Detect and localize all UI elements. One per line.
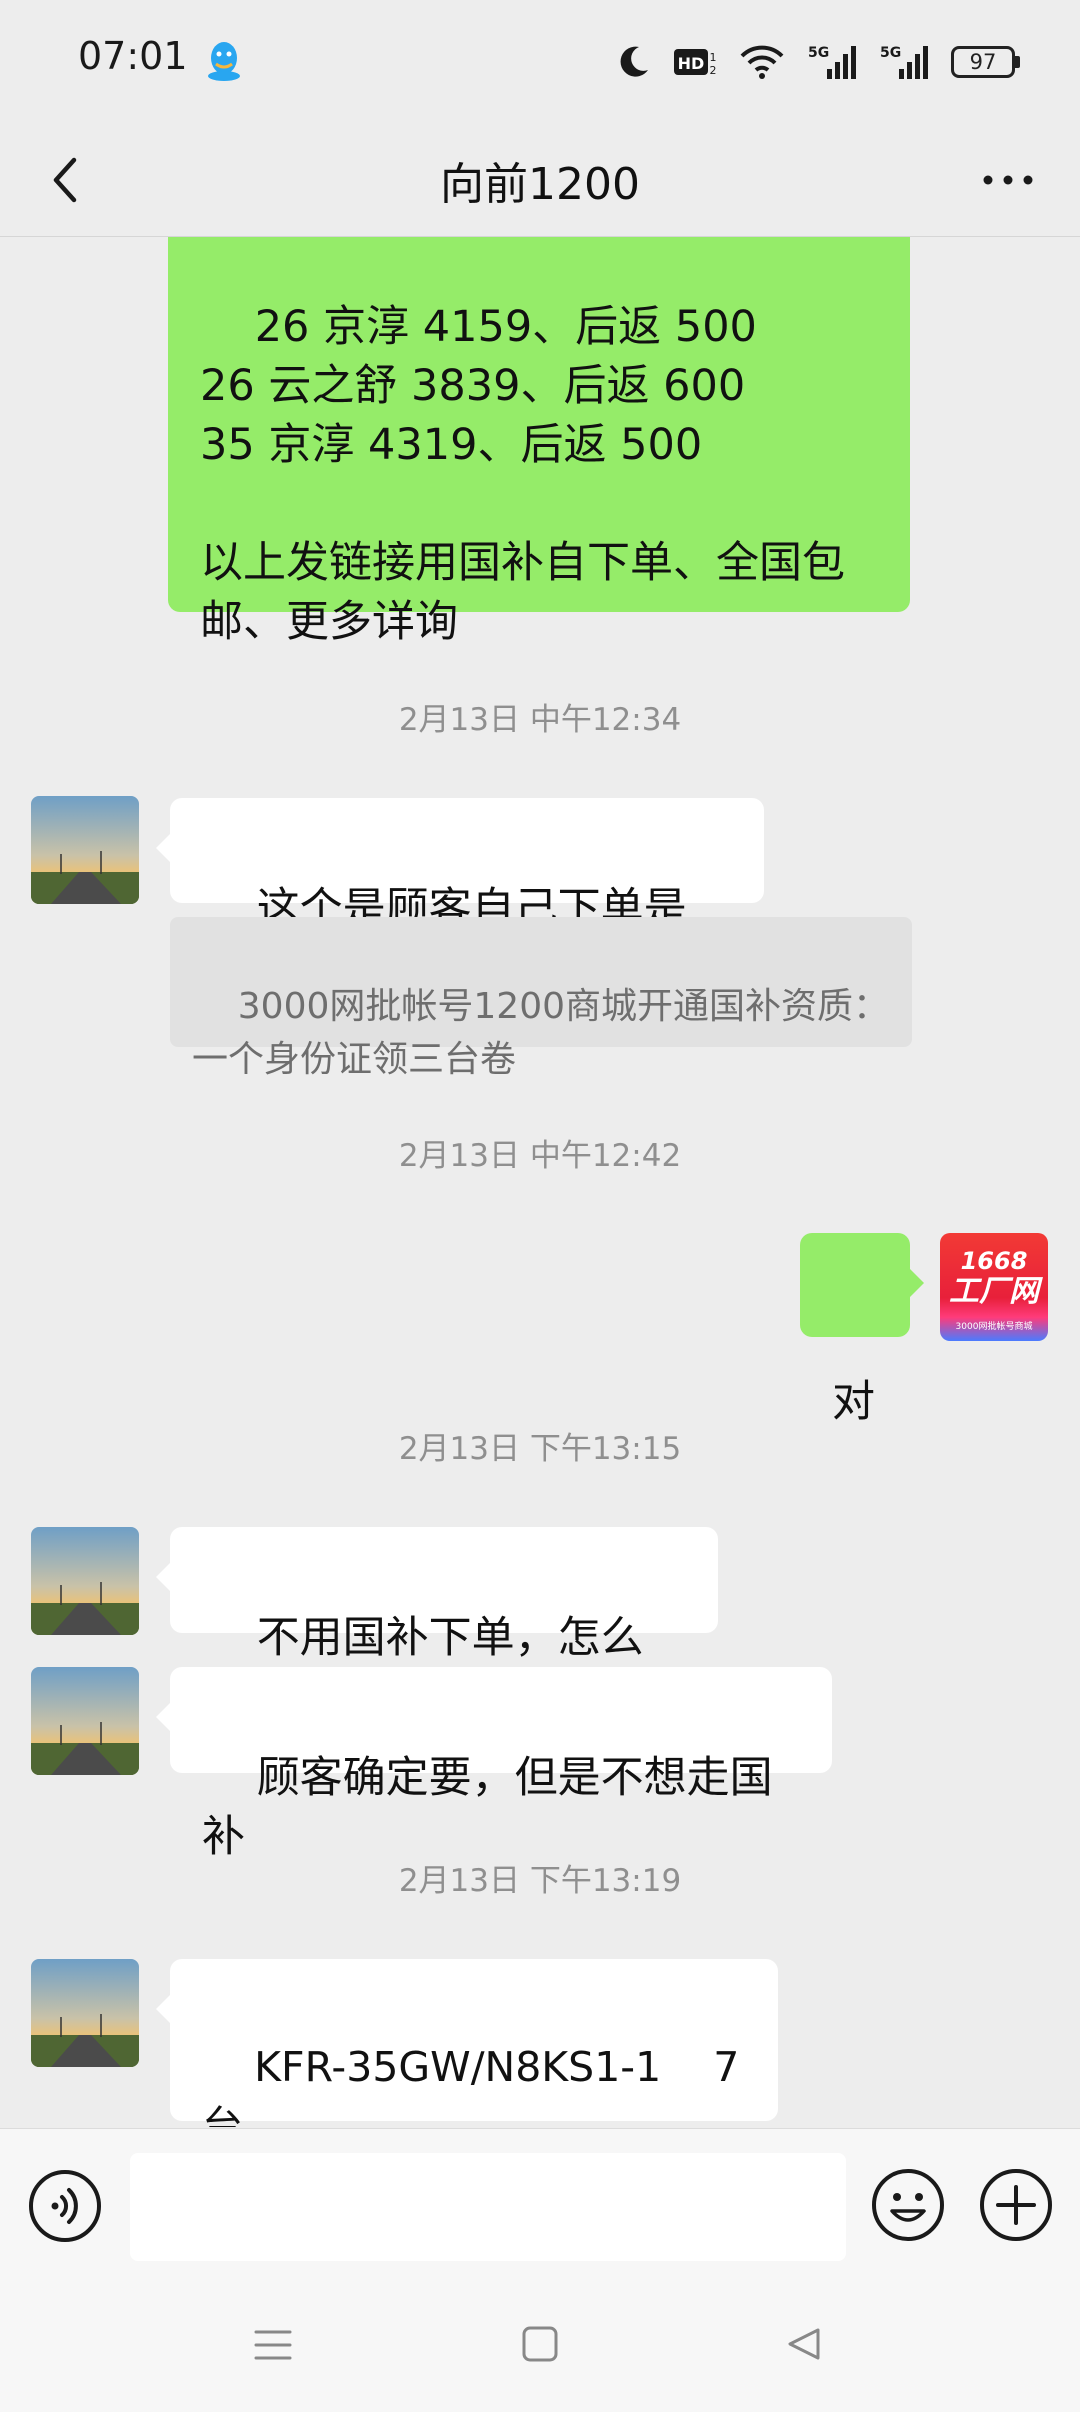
message-bubble-self[interactable]: 26 京淳 4159、后返 500 26 云之舒 3839、后返 600 35 … — [168, 237, 910, 647]
landscape-avatar-image — [31, 1527, 139, 1635]
message-bubble-other[interactable]: KFR-35GW/N8KS1-1 7 台 KFR-72LW/N8KS1-1P 4… — [156, 1959, 778, 2127]
contact-avatar[interactable] — [31, 1667, 139, 1775]
quoted-text: 3000网批帐号1200商城开通国补资质：一个身份证领三台卷 — [192, 986, 890, 1080]
message-text: 26 京淳 4159、后返 500 26 云之舒 3839、后返 600 35 … — [200, 302, 845, 647]
message-timestamp: 2月13日 下午13:15 — [398, 1431, 682, 1467]
voice-input-icon[interactable] — [28, 2169, 102, 2243]
moon-icon — [620, 46, 648, 77]
contact-avatar[interactable] — [31, 796, 139, 904]
plus-icon[interactable] — [978, 2167, 1054, 2243]
message-timestamp: 2月13日 下午13:19 — [398, 1863, 682, 1899]
system-navigation-bar — [0, 2284, 1080, 2412]
chat-title: 向前1200 — [440, 159, 640, 210]
message-text: 对 — [832, 1377, 875, 1427]
battery-cap — [1015, 56, 1020, 68]
system-back-icon[interactable] — [784, 2324, 824, 2364]
wifi-icon — [740, 45, 784, 79]
hd-label: HD — [678, 54, 705, 73]
message-bubble-other[interactable]: 不用国补下单，怎么弄？ — [156, 1527, 718, 1722]
message-input[interactable] — [130, 2153, 846, 2261]
status-bar: 07:01 HD 1 2 5G 5G 97 — [0, 0, 1080, 124]
quoted-message[interactable]: 3000网批帐号1200商城开通国补资质：一个身份证领三台卷 — [170, 917, 912, 1080]
svg-text:2: 2 — [710, 64, 717, 77]
landscape-avatar-image — [31, 796, 139, 904]
battery-indicator: 97 — [951, 46, 1020, 78]
network-label-2: 5G — [880, 45, 901, 61]
chat-header: 向前1200 — [0, 124, 1080, 237]
status-time: 07:01 — [78, 34, 188, 78]
signal-5g-icon-1: 5G — [808, 45, 856, 79]
contact-avatar[interactable] — [31, 1527, 139, 1635]
battery-level: 97 — [951, 46, 1015, 78]
message-text: KFR-35GW/N8KS1-1 7 台 KFR-72LW/N8KS1-1P 4… — [202, 2043, 740, 2127]
landscape-avatar-image — [31, 1959, 139, 2067]
signal-5g-icon-2: 5G — [880, 45, 928, 79]
network-label-1: 5G — [808, 45, 829, 61]
hd-icon: HD 1 2 — [674, 49, 717, 77]
more-options-icon[interactable] — [980, 160, 1036, 200]
recent-apps-icon[interactable] — [252, 2324, 294, 2366]
message-bubble-other[interactable]: 这个是顾客自己下单是吗？ — [156, 798, 764, 993]
self-avatar[interactable]: 1668 工厂网 3000网批帐号商城 — [940, 1233, 1048, 1341]
self-avatar-logo-top: 1668 — [960, 1247, 1028, 1275]
status-icons: HD 1 2 5G 5G 97 — [617, 36, 1020, 88]
message-list[interactable]: 26 京淳 4159、后返 500 26 云之舒 3839、后返 600 35 … — [0, 237, 1080, 2127]
qq-penguin-icon — [208, 42, 240, 81]
svg-text:1: 1 — [710, 51, 717, 64]
emoji-icon[interactable] — [870, 2167, 946, 2243]
message-text: 顾客确定要，但是不想走国补 — [202, 1753, 773, 1862]
input-bar — [0, 2128, 1080, 2285]
home-icon[interactable] — [520, 2324, 560, 2364]
message-bubble-other[interactable]: 顾客确定要，但是不想走国补 — [156, 1667, 832, 1862]
self-avatar-tagline: 3000网批帐号商城 — [955, 1322, 1033, 1332]
message-timestamp: 2月13日 中午12:42 — [398, 1138, 682, 1174]
message-timestamp: 2月13日 中午12:34 — [398, 702, 682, 738]
landscape-avatar-image — [31, 1667, 139, 1775]
contact-avatar[interactable] — [31, 1959, 139, 2067]
message-bubble-self[interactable]: 对 — [800, 1233, 924, 1427]
self-avatar-logo-bottom: 工厂网 — [949, 1274, 1039, 1309]
